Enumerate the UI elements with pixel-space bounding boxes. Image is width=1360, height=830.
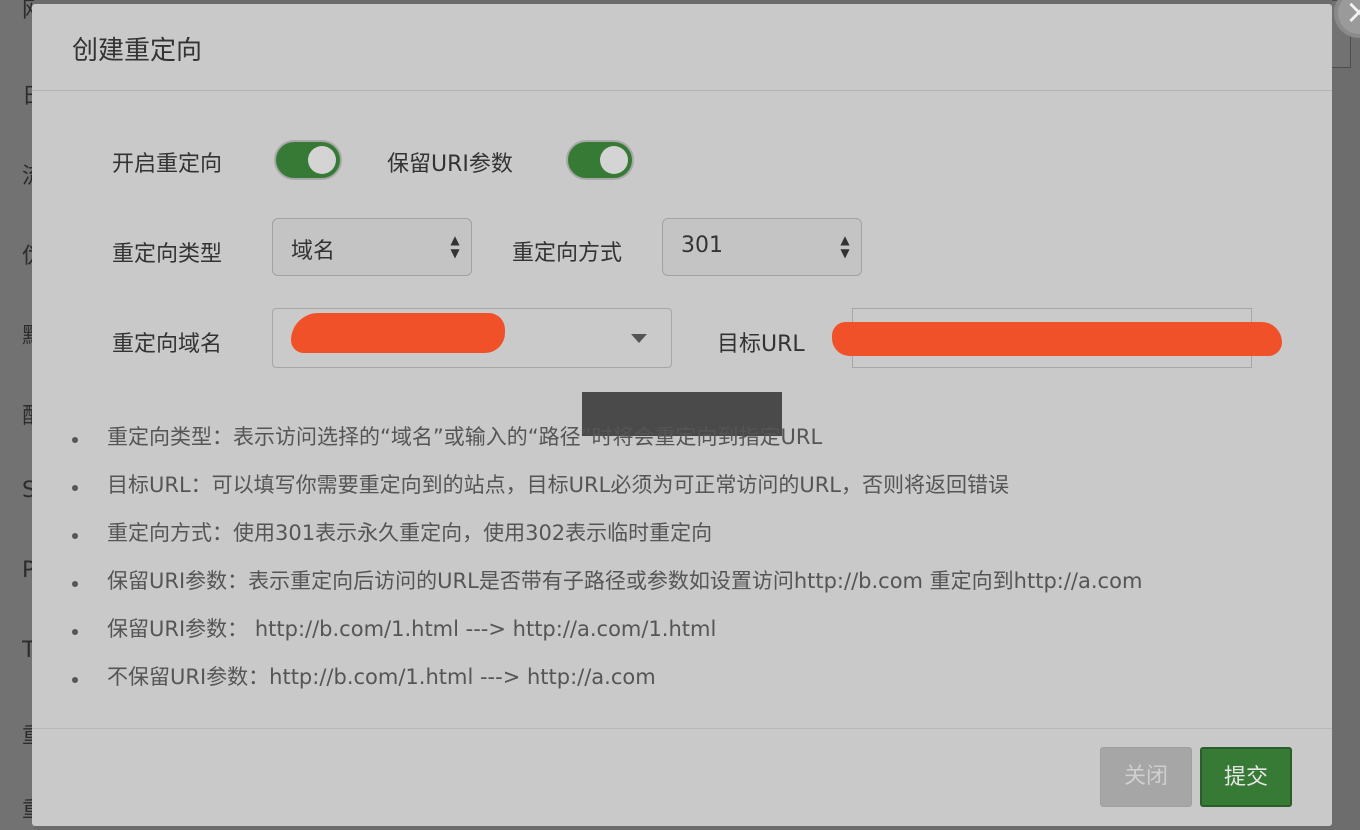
- redirect-type-value: 域名: [291, 239, 336, 264]
- help-item: 重定向方式：使用301表示永久重定向，使用302表示临时重定向: [32, 518, 1142, 566]
- redaction-mark: [291, 313, 505, 353]
- redirect-domain-select[interactable]: [272, 308, 672, 368]
- dialog-title: 创建重定向: [72, 36, 203, 66]
- help-item: 重定向类型：表示访问选择的“域名”或输入的“路径”时将会重定向到指定URL: [32, 422, 1142, 470]
- dialog-footer: 关闭 提交: [32, 728, 1332, 827]
- help-list: 重定向类型：表示访问选择的“域名”或输入的“路径”时将会重定向到指定URL 目标…: [32, 422, 1142, 710]
- background-sidebar: 网 日 流 伪 默 配 S P T 重 重: [0, 0, 34, 830]
- redirect-type-label: 重定向类型: [112, 242, 223, 267]
- target-url-label: 目标URL: [717, 332, 805, 357]
- submit-button[interactable]: 提交: [1200, 747, 1292, 807]
- help-item: 保留URI参数：表示重定向后访问的URL是否带有子路径或参数如设置访问http:…: [32, 566, 1142, 614]
- redirect-domain-label: 重定向域名: [112, 332, 223, 357]
- chevron-down-icon: [631, 334, 647, 343]
- close-button[interactable]: 关闭: [1100, 747, 1192, 807]
- background-right-strip: [1332, 0, 1360, 830]
- keep-uri-params-toggle[interactable]: [566, 140, 634, 180]
- redirect-type-select[interactable]: 域名 ▲ ▼: [272, 218, 472, 276]
- enable-redirect-label: 开启重定向: [112, 152, 223, 177]
- updown-arrows-icon: ▲ ▼: [450, 233, 460, 260]
- updown-arrows-icon: ▲ ▼: [840, 233, 850, 260]
- redirect-method-select[interactable]: 301 ▲ ▼: [662, 218, 862, 276]
- keep-uri-params-label: 保留URI参数: [387, 152, 513, 177]
- help-item: 保留URI参数： http://b.com/1.html ---> http:/…: [32, 614, 1142, 662]
- help-item: 目标URL：可以填写你需要重定向到的站点，目标URL必须为可正常访问的URL，否…: [32, 470, 1142, 518]
- dialog-header: 创建重定向: [32, 4, 1332, 91]
- redirect-method-label: 重定向方式: [512, 241, 623, 266]
- create-redirect-dialog: 创建重定向 × 开启重定向 保留URI参数 重定向类型 域名 ▲ ▼ 重定向方式 …: [32, 0, 1360, 827]
- redaction-mark: [832, 322, 1282, 356]
- toggle-knob: [308, 146, 336, 174]
- enable-redirect-toggle[interactable]: [274, 140, 342, 180]
- redirect-method-value: 301: [681, 233, 723, 258]
- toggle-knob: [600, 146, 628, 174]
- help-item: 不保留URI参数：http://b.com/1.html ---> http:/…: [32, 662, 1142, 710]
